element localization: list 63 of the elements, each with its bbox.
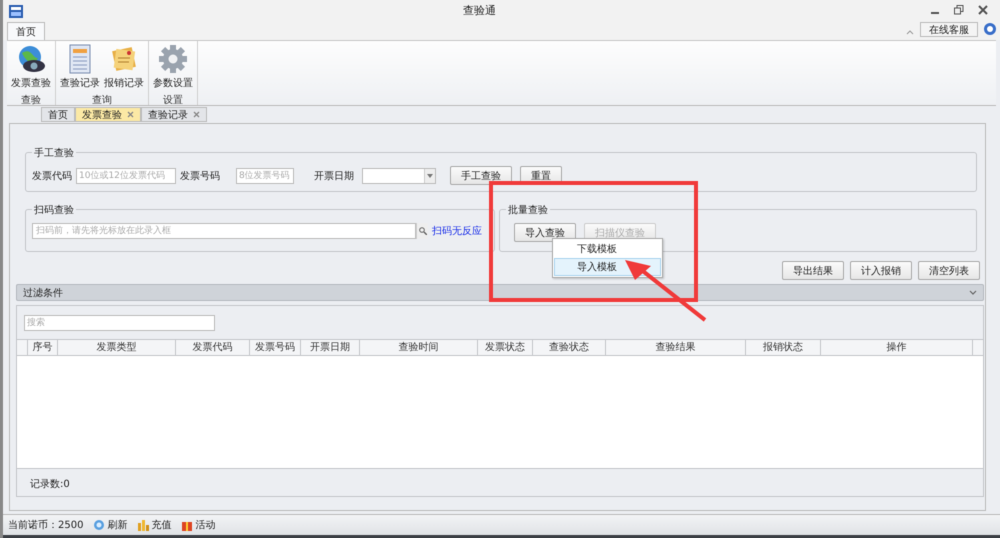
column-header[interactable]: 报销状态: [746, 340, 821, 355]
menu-item[interactable]: 下载模板: [554, 240, 661, 258]
help-link[interactable]: 扫码无反应: [432, 224, 482, 238]
app-icon: [9, 4, 23, 18]
group-label: 查验: [21, 94, 41, 108]
search-icon[interactable]: [418, 227, 426, 235]
globe-eye-icon: [16, 44, 46, 74]
status-button[interactable]: 充值: [137, 518, 172, 532]
group-label: 查询: [92, 94, 112, 108]
document-icon: [68, 44, 92, 74]
column-header[interactable]: 发票号码: [250, 340, 301, 355]
action-button[interactable]: 导入查验: [514, 223, 576, 242]
ribbon-button[interactable]: 报销记录: [102, 41, 146, 93]
column-header[interactable]: 操作: [821, 340, 973, 355]
ribbon-button[interactable]: 发票查验: [9, 41, 53, 93]
column-header[interactable]: 发票状态: [478, 340, 533, 355]
refresh-icon: [93, 519, 106, 531]
column-header[interactable]: 查验状态: [533, 340, 606, 355]
document-tab[interactable]: 查验记录: [141, 107, 207, 122]
ribbon-button[interactable]: 查验记录: [58, 41, 102, 93]
ribbon-button[interactable]: 参数设置: [151, 41, 195, 93]
column-header[interactable]: 发票类型: [58, 340, 176, 355]
column-header[interactable]: 查验时间: [360, 340, 478, 355]
restore-icon[interactable]: [954, 5, 964, 15]
section-title: 扫码查验: [32, 203, 76, 217]
action-button[interactable]: 计入报销: [850, 261, 912, 280]
column-header[interactable]: 序号: [28, 340, 58, 355]
record-count: 记录数:0: [30, 478, 71, 491]
notes-icon: [109, 44, 139, 74]
status-button[interactable]: 活动: [181, 518, 216, 532]
coins-icon: [137, 519, 150, 531]
ribbon-tab[interactable]: 首页: [7, 22, 45, 40]
action-button[interactable]: 导出结果: [782, 261, 844, 280]
close-icon[interactable]: [978, 5, 988, 15]
gear-icon: [158, 44, 188, 74]
section-title: 批量查验: [506, 203, 550, 217]
window-title: 查验通: [463, 2, 496, 18]
action-button[interactable]: 清空列表: [918, 261, 980, 280]
search-field[interactable]: 搜索: [24, 315, 215, 331]
field-label: 发票号码: [180, 170, 220, 182]
invoice-number-field[interactable]: 8位发票号码: [236, 168, 294, 184]
collapse-icon[interactable]: [906, 29, 914, 35]
status-button[interactable]: 刷新: [93, 518, 128, 532]
document-tab[interactable]: 发票查验: [75, 107, 141, 122]
balance-text: 当前诺币：2500: [8, 518, 84, 532]
section-title: 手工查验: [32, 146, 76, 160]
action-button[interactable]: 手工查验: [450, 166, 512, 185]
column-header[interactable]: 发票代码: [176, 340, 250, 355]
gift-icon: [181, 519, 194, 531]
column-header[interactable]: 查验结果: [606, 340, 746, 355]
support-button[interactable]: 在线客服: [920, 22, 978, 37]
close-icon[interactable]: [193, 111, 200, 118]
field-label: 发票代码: [32, 170, 72, 182]
scan-input-field[interactable]: 扫码前，请先将光标放在此录入框: [32, 223, 416, 239]
filter-bar[interactable]: 过滤条件: [16, 284, 984, 301]
field-label: 开票日期: [314, 170, 354, 182]
dropdown-arrow-icon: [427, 174, 433, 178]
group-label: 设置: [163, 94, 183, 108]
document-tab[interactable]: 首页: [41, 107, 75, 122]
invoice-code-field[interactable]: 10位或12位发票代码: [76, 168, 176, 184]
close-icon[interactable]: [127, 111, 134, 118]
column-header[interactable]: 开票日期: [301, 340, 360, 355]
help-icon[interactable]: [984, 23, 996, 35]
